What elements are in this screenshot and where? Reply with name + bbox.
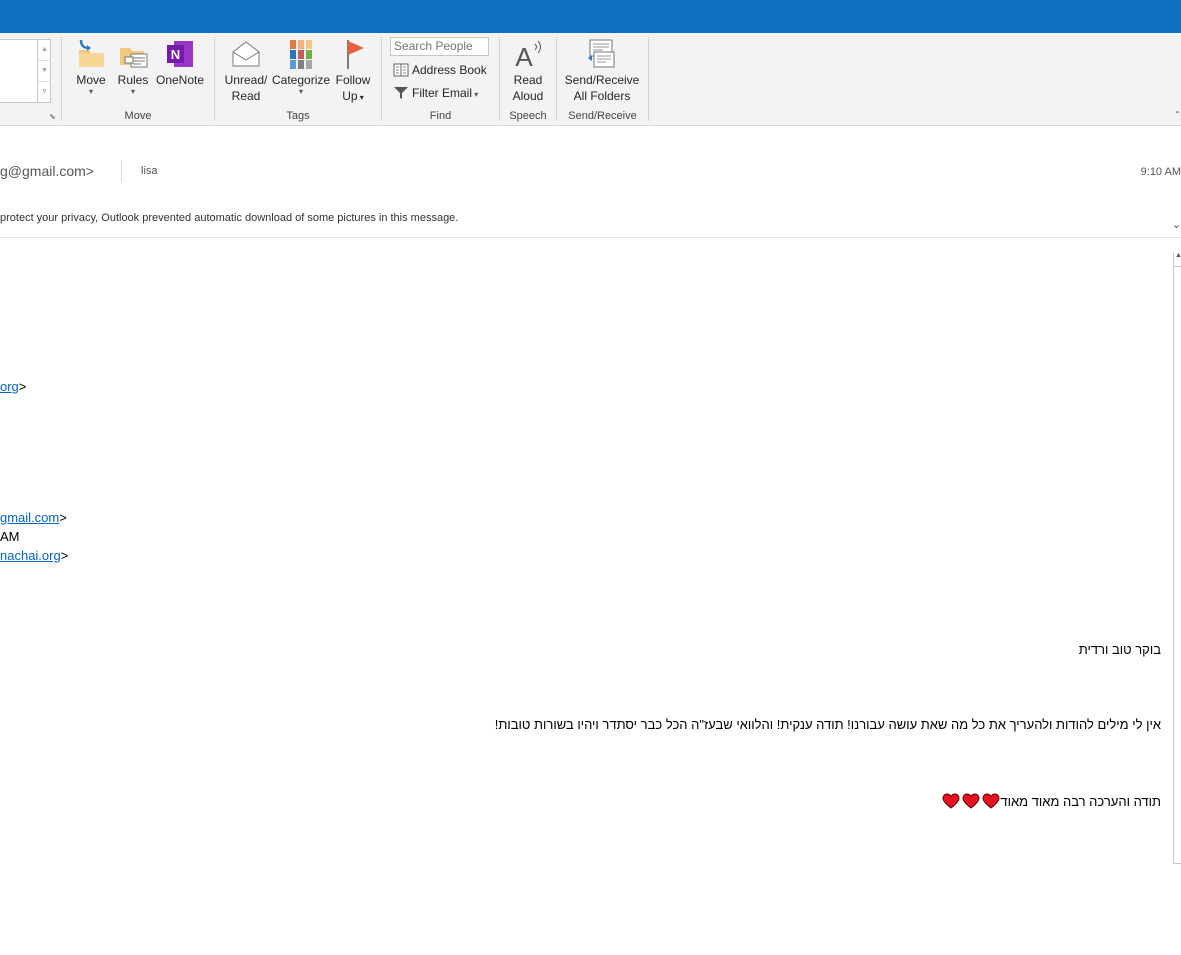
read-aloud-button[interactable]: A Read Aloud [506,38,550,104]
flag-icon [347,40,364,69]
group-separator [556,37,557,121]
send-receive-all-button[interactable]: Send/Receive All Folders [563,38,641,104]
svg-text:A: A [515,42,533,70]
collapse-ribbon-icon[interactable]: ⌃ [1174,110,1181,119]
gallery-scroll[interactable]: ▲ ▼ ▿ [37,40,51,102]
body-line-org: org> [0,379,26,394]
quick-steps-gallery[interactable]: ▲ ▼ ▿ [0,39,51,103]
chevron-down-icon: ▾ [357,93,364,102]
search-people-input[interactable] [390,37,489,56]
heart-icon [962,793,980,809]
unread-read-label-2: Read [231,89,261,103]
unread-read-button[interactable]: Unread/ Read [222,38,270,104]
chevron-down-icon: ▾ [298,87,303,96]
move-button[interactable]: Move ▾ [72,38,110,96]
recipient[interactable]: lisa [141,165,158,177]
gallery-up-icon[interactable]: ▲ [38,40,51,61]
dialog-launcher-icon[interactable]: ⬊ [49,112,56,121]
email-link[interactable]: org [0,379,19,394]
read-aloud-label-1: Read [513,73,543,87]
message-header: g@gmail.com> lisa 9:10 AM [0,160,1181,186]
follow-up-label-2: Up ▾ [332,88,374,106]
email-link[interactable]: nachai.org [0,548,61,563]
filter-email-button[interactable]: Filter Email ▾ [393,85,478,103]
group-label-move: Move [124,110,152,122]
bracket: > [59,510,67,525]
filter-icon [394,87,408,99]
chevron-down-icon: ▾ [130,87,135,96]
rules-label: Rules [117,73,149,87]
read-aloud-icon: A [515,40,541,70]
send-receive-label-2: All Folders [573,89,631,103]
hearts [940,793,1000,812]
chevron-down-icon: ▾ [88,87,93,96]
group-label-tags: Tags [286,110,310,122]
onenote-icon: N [167,41,193,67]
infobar-text: protect your privacy, Outlook prevented … [0,212,459,224]
scroll-up-icon[interactable]: ▲ [1174,252,1181,267]
onenote-label: OneNote [155,73,205,87]
ribbon: ▲ ▼ ▿ ⬊ Move ▾ Rules ▾ N OneNote Move Un… [0,33,1181,126]
header-divider [121,160,122,182]
move-folder-icon [79,39,104,67]
closing-line: תודה והערכה רבה מאוד מאוד [940,793,1161,812]
send-receive-label-1: Send/Receive [564,73,640,87]
envelope-open-icon [232,41,260,67]
group-label-find: Find [429,110,452,122]
unread-read-label-1: Unread/ [224,73,268,87]
follow-up-label-text: Up [342,89,358,103]
heart-icon [982,793,1000,809]
body-line-nachai: nachai.org> [0,548,68,563]
email-link[interactable]: gmail.com [0,510,59,525]
group-separator [381,37,382,121]
rules-button[interactable]: Rules ▾ [116,38,150,96]
read-aloud-label-2: Aloud [512,89,544,103]
greeting-line: בוקר טוב ורדית [1078,642,1161,657]
sent-time: 9:10 AM [1140,166,1181,178]
body-line-time: AM [0,529,20,544]
gallery-down-icon[interactable]: ▼ [38,61,51,82]
categorize-icon [290,40,312,69]
thanks-paragraph: אין לי מילים להודות ולהעריך את כל מה שאת… [494,717,1161,732]
address-book-button[interactable]: Address Book [393,62,487,78]
body-line-gmail: gmail.com> [0,510,67,525]
categorize-label: Categorize [272,73,331,87]
follow-up-label-1: Follow [335,73,371,87]
svg-text:N: N [171,47,180,62]
title-bar [0,0,1181,33]
address-book-label: Address Book [412,63,487,77]
onenote-button[interactable]: N OneNote [155,38,205,88]
chevron-down-icon: ▾ [472,90,479,99]
sender-address[interactable]: g@gmail.com> [0,163,94,179]
bracket: > [18,379,27,394]
reading-pane-scrollbar[interactable]: ▲ [1173,252,1181,864]
send-receive-icon [588,39,615,68]
bracket: > [60,548,69,563]
picture-blocked-infobar[interactable]: protect your privacy, Outlook prevented … [0,212,1181,224]
group-label-send-receive: Send/Receive [568,110,637,122]
move-label: Move [76,73,106,87]
header-divider-line [0,237,1181,238]
gallery-more-icon[interactable]: ▿ [38,82,51,102]
filter-email-label: Filter Email [412,86,473,100]
group-separator [648,37,649,121]
group-separator [214,37,215,121]
closing-text: תודה והערכה רבה מאוד מאוד [1000,794,1161,809]
categorize-button[interactable]: Categorize ▾ [272,38,330,96]
heart-icon [942,793,960,809]
follow-up-button[interactable]: Follow Up ▾ [332,38,374,106]
rules-icon [120,48,148,68]
group-label-speech: Speech [509,110,547,122]
expand-chevron-icon[interactable]: ⌄ [1172,218,1181,231]
group-separator [499,37,500,121]
address-book-icon [393,63,409,77]
group-separator [61,37,62,121]
